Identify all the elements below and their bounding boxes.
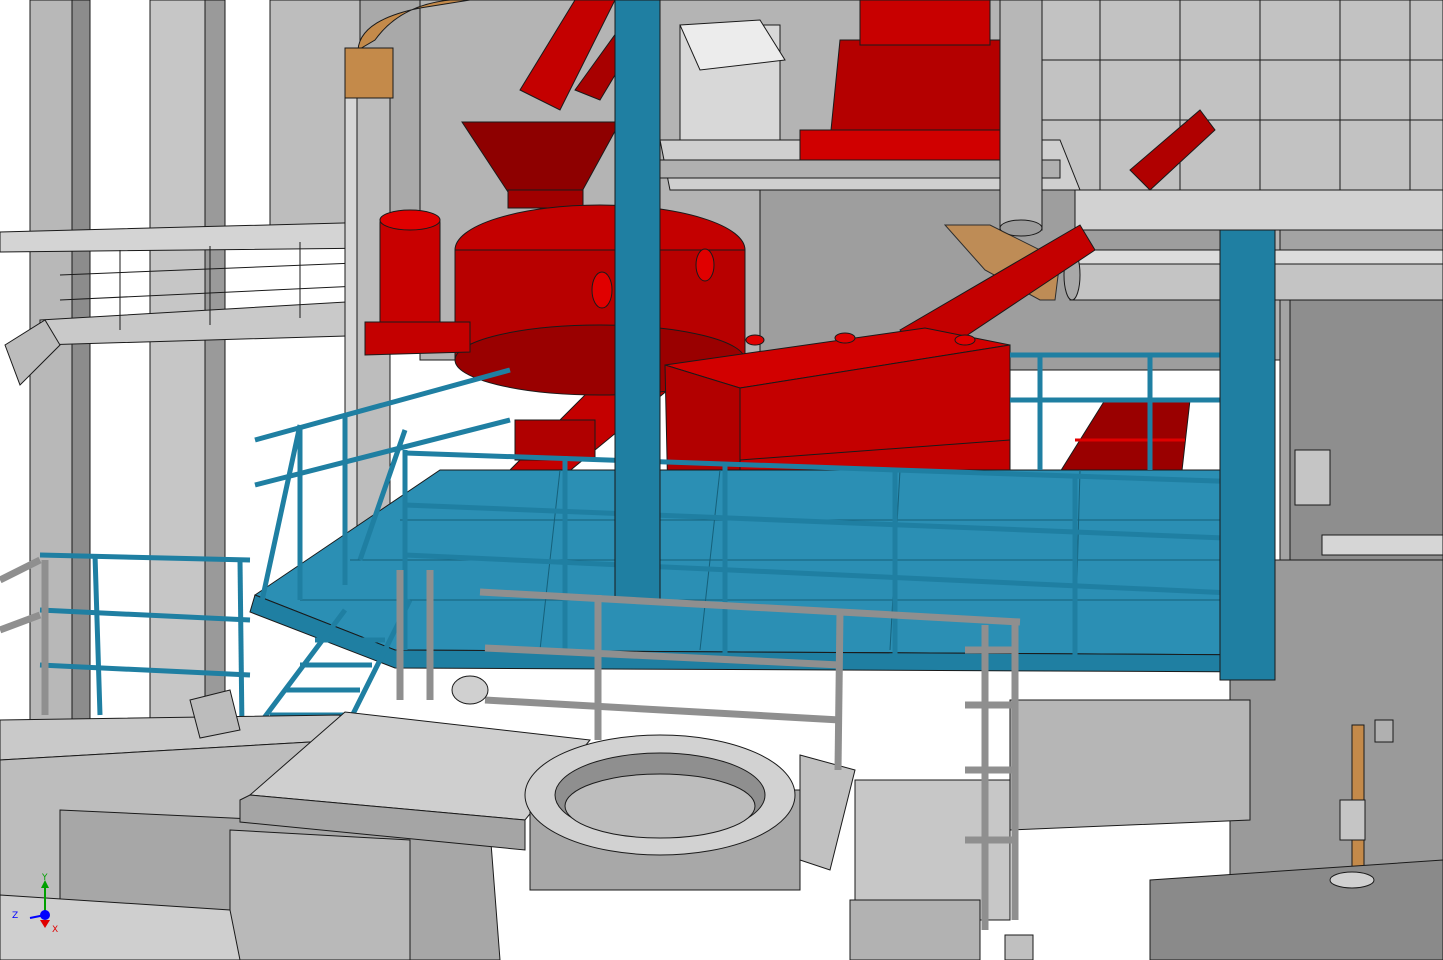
- cad-3d-viewport[interactable]: Y Z X: [0, 0, 1443, 960]
- triad-z-label: Z: [12, 911, 18, 921]
- ring-flange-opening: [524, 734, 856, 891]
- scene-svg: Y Z X: [0, 0, 1443, 960]
- triad-y-label: Y: [41, 873, 48, 883]
- triad-x-label: X: [52, 925, 58, 935]
